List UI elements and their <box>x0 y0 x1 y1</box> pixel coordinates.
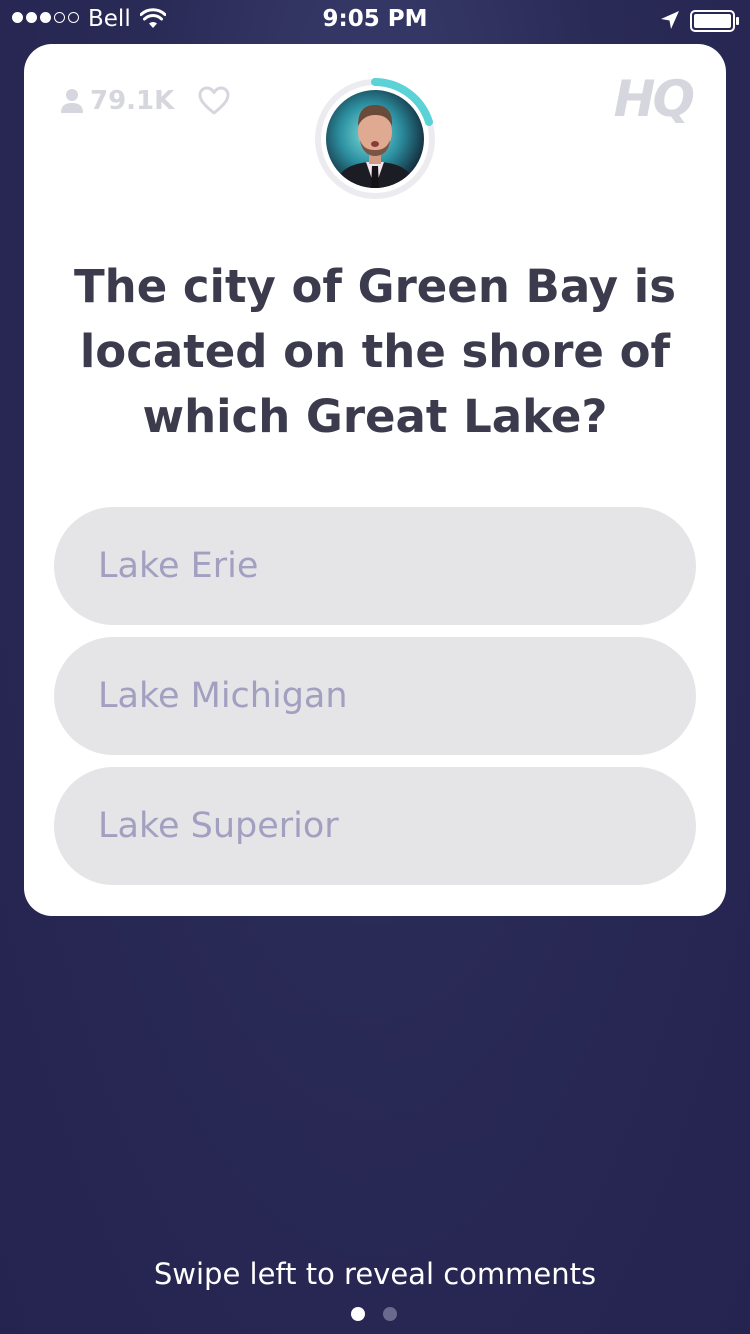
question-card: 79.1K HQ The city of Green Bay is locate… <box>24 44 726 916</box>
status-bar: Bell 9:05 PM <box>0 0 750 40</box>
heart-icon[interactable] <box>198 86 230 116</box>
viewer-count: 79.1K <box>60 86 174 116</box>
host-timer <box>314 78 436 200</box>
answer-option-2[interactable]: Lake Michigan <box>54 637 696 755</box>
answer-label: Lake Erie <box>98 546 259 586</box>
page-dot[interactable] <box>383 1307 397 1321</box>
answer-label: Lake Superior <box>98 806 339 846</box>
page-indicator[interactable] <box>351 1307 397 1321</box>
battery-icon <box>690 10 739 32</box>
host-video-image <box>334 105 416 188</box>
answer-option-3[interactable]: Lake Superior <box>54 767 696 885</box>
viewer-count-label: 79.1K <box>90 86 175 116</box>
host-avatar <box>326 90 424 188</box>
page-dot-active[interactable] <box>351 1307 365 1321</box>
answer-label: Lake Michigan <box>98 676 348 716</box>
location-arrow-icon <box>661 11 679 29</box>
status-time: 9:05 PM <box>322 6 428 32</box>
answer-option-1[interactable]: Lake Erie <box>54 507 696 625</box>
person-icon <box>61 89 83 113</box>
hq-logo: HQ <box>613 70 695 128</box>
question-text: The city of Green Bay is located on the … <box>73 260 677 443</box>
swipe-hint: Swipe left to reveal comments <box>153 1257 597 1291</box>
